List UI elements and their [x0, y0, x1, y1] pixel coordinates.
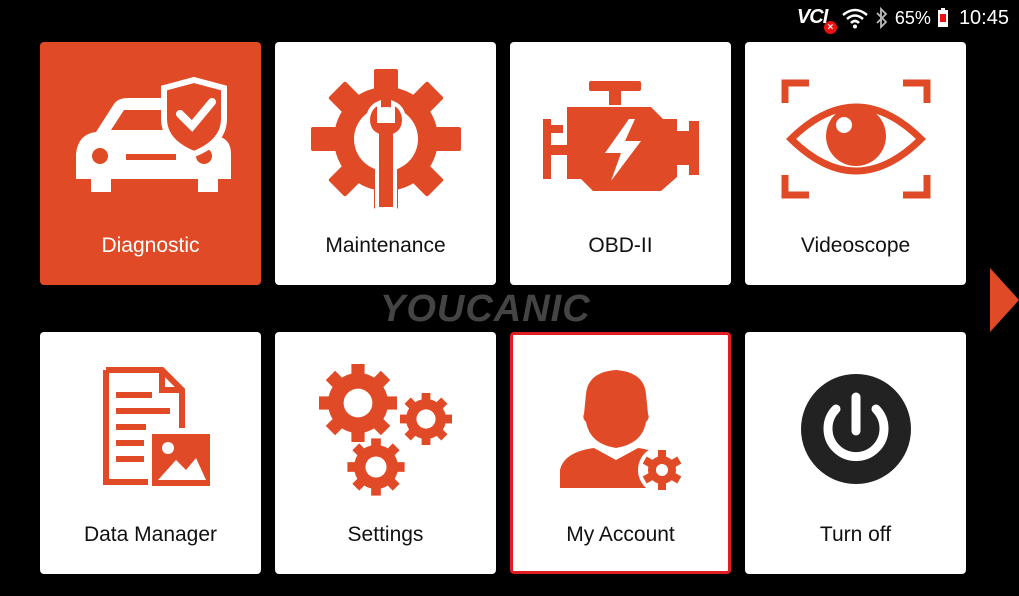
tile-label: Videoscope	[800, 234, 911, 257]
gears-icon	[318, 364, 452, 496]
document-image-icon	[102, 367, 210, 486]
tile-obd-ii[interactable]: OBD-II	[510, 42, 731, 285]
watermark: YOUCANIC	[380, 288, 591, 330]
tile-label: Turn off	[819, 523, 892, 546]
vci-label: VCI	[796, 6, 828, 28]
tile-turn-off[interactable]: Turn off	[745, 332, 966, 574]
battery-icon	[937, 8, 948, 27]
tile-settings[interactable]: Settings	[275, 332, 496, 574]
eye-icon	[781, 79, 930, 199]
tile-label: OBD-II	[588, 234, 653, 257]
tile-videoscope[interactable]: Videoscope	[745, 42, 966, 285]
car-shield-icon	[75, 76, 231, 192]
arrow-right-icon[interactable]	[990, 268, 1019, 332]
tile-diagnostic[interactable]: Diagnostic	[40, 42, 261, 285]
clock: 10:45	[958, 6, 1009, 29]
vci-disconnected-icon: VCI ×	[796, 6, 837, 34]
wifi-icon	[842, 8, 868, 29]
tile-label: Settings	[347, 523, 424, 546]
tile-label: Maintenance	[325, 234, 446, 257]
tile-data-manager[interactable]: Data Manager	[40, 332, 261, 574]
status-bar: VCI × 65% 10:45	[759, 0, 1019, 36]
tile-label: Data Manager	[83, 523, 218, 546]
bluetooth-icon	[876, 7, 888, 29]
power-icon	[800, 374, 911, 484]
battery-percent: 65%	[894, 7, 931, 28]
tile-label: My Account	[566, 523, 675, 546]
tile-maintenance[interactable]: Maintenance	[275, 42, 496, 285]
tile-my-account[interactable]: My Account	[510, 332, 731, 574]
engine-icon	[542, 81, 699, 191]
gear-wrench-icon	[310, 69, 461, 209]
tile-label: Diagnostic	[101, 234, 200, 257]
user-gear-icon	[559, 370, 686, 494]
